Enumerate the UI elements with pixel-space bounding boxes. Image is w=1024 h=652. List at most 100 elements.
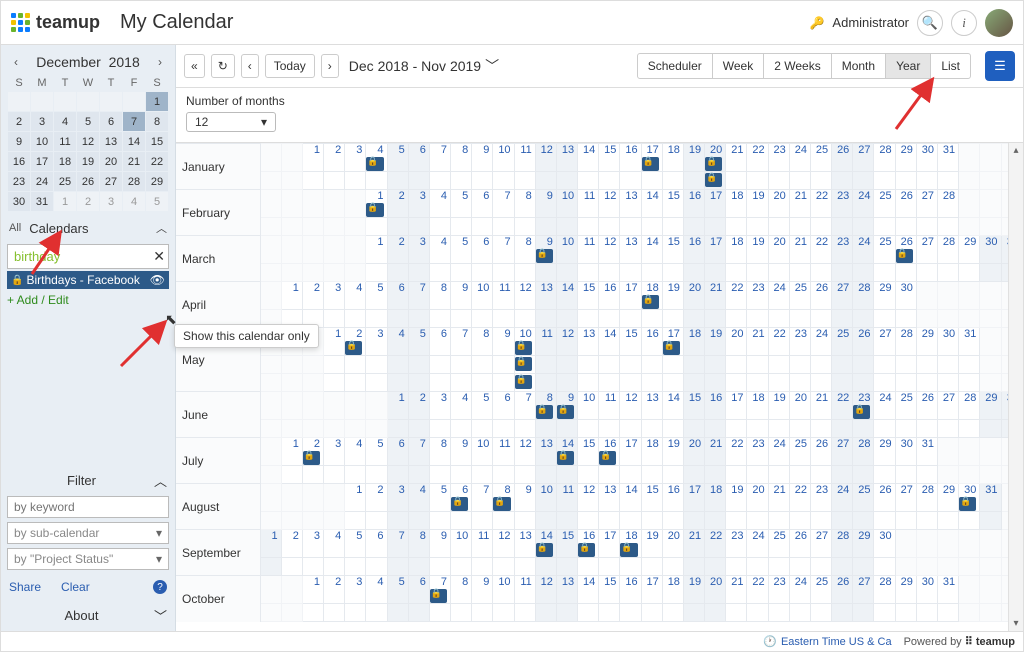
- day-cell-extra[interactable]: [662, 420, 683, 438]
- day-cell-extra[interactable]: [302, 558, 323, 576]
- day-cell-extra[interactable]: [789, 310, 810, 328]
- day-cell[interactable]: 29: [980, 392, 1001, 420]
- day-cell[interactable]: 26: [789, 530, 810, 558]
- day-cell-extra[interactable]: [705, 466, 726, 484]
- day-cell-extra[interactable]: [789, 374, 810, 392]
- day-cell-extra[interactable]: [895, 374, 916, 392]
- mini-day[interactable]: 16: [8, 152, 31, 172]
- day-cell[interactable]: 29: [895, 144, 916, 172]
- day-cell[interactable]: 29: [916, 328, 937, 356]
- day-cell-extra[interactable]: [514, 356, 535, 374]
- event-chip[interactable]: [493, 497, 510, 511]
- day-cell[interactable]: 22: [747, 576, 768, 604]
- day-cell-extra[interactable]: [535, 310, 556, 328]
- day-cell[interactable]: [260, 236, 281, 264]
- day-cell-extra[interactable]: [451, 604, 472, 622]
- day-cell-extra[interactable]: [620, 218, 641, 236]
- day-cell-extra[interactable]: [599, 466, 620, 484]
- day-cell-extra[interactable]: [578, 310, 599, 328]
- mini-day[interactable]: 3: [100, 192, 123, 212]
- scrollbar[interactable]: ▴ ▾: [1008, 143, 1023, 631]
- event-chip[interactable]: [896, 249, 913, 263]
- day-cell-extra[interactable]: [832, 356, 853, 374]
- mini-day[interactable]: [77, 92, 100, 112]
- day-cell-extra[interactable]: [281, 604, 302, 622]
- day-cell-extra[interactable]: [683, 420, 704, 438]
- day-cell-extra[interactable]: [387, 264, 408, 282]
- day-cell-extra[interactable]: [302, 466, 323, 484]
- mini-day[interactable]: 28: [123, 172, 146, 192]
- day-cell-extra[interactable]: [916, 172, 937, 190]
- day-cell[interactable]: 25: [789, 438, 810, 466]
- clear-link[interactable]: Clear: [61, 580, 90, 594]
- mini-day[interactable]: 22: [146, 152, 169, 172]
- day-cell[interactable]: [345, 392, 366, 420]
- day-cell-extra[interactable]: [408, 172, 429, 190]
- day-cell[interactable]: 10: [535, 484, 556, 512]
- day-cell[interactable]: 9: [472, 144, 493, 172]
- day-cell[interactable]: 22: [726, 438, 747, 466]
- day-cell[interactable]: 8: [493, 484, 514, 512]
- day-cell-extra[interactable]: [429, 466, 450, 484]
- day-cell[interactable]: 9: [535, 190, 556, 218]
- day-cell-extra[interactable]: [281, 172, 302, 190]
- day-cell-extra[interactable]: [451, 512, 472, 530]
- day-cell[interactable]: 7: [514, 392, 535, 420]
- day-cell[interactable]: 27: [895, 484, 916, 512]
- day-cell[interactable]: 1: [366, 190, 387, 218]
- day-cell-extra[interactable]: [938, 512, 959, 530]
- day-cell-extra[interactable]: [959, 310, 980, 328]
- day-cell-extra[interactable]: [451, 356, 472, 374]
- day-cell-extra[interactable]: [281, 466, 302, 484]
- day-cell-extra[interactable]: [493, 604, 514, 622]
- day-cell[interactable]: 14: [578, 144, 599, 172]
- day-cell-extra[interactable]: [853, 218, 874, 236]
- day-cell[interactable]: 5: [451, 236, 472, 264]
- day-cell-extra[interactable]: [493, 172, 514, 190]
- day-cell-extra[interactable]: [810, 264, 831, 282]
- day-cell[interactable]: 16: [662, 484, 683, 512]
- day-cell-extra[interactable]: [260, 374, 281, 392]
- day-cell[interactable]: 9: [429, 530, 450, 558]
- day-cell-extra[interactable]: [959, 264, 980, 282]
- day-cell-extra[interactable]: [980, 310, 1001, 328]
- day-cell-extra[interactable]: [366, 420, 387, 438]
- day-cell-extra[interactable]: [599, 420, 620, 438]
- day-cell-extra[interactable]: [980, 218, 1001, 236]
- day-cell-extra[interactable]: [747, 218, 768, 236]
- year-grid[interactable]: January123456789101112131415161718192021…: [176, 143, 1023, 622]
- day-cell-extra[interactable]: [874, 512, 895, 530]
- day-cell-extra[interactable]: [853, 558, 874, 576]
- day-cell[interactable]: 16: [599, 438, 620, 466]
- day-cell-extra[interactable]: [747, 172, 768, 190]
- day-cell-extra[interactable]: [832, 604, 853, 622]
- day-cell-extra[interactable]: [408, 310, 429, 328]
- day-cell-extra[interactable]: [810, 356, 831, 374]
- day-cell-extra[interactable]: [662, 558, 683, 576]
- day-cell-extra[interactable]: [324, 558, 345, 576]
- day-cell-extra[interactable]: [535, 604, 556, 622]
- day-cell-extra[interactable]: [281, 512, 302, 530]
- day-cell-extra[interactable]: [980, 172, 1001, 190]
- mini-day[interactable]: 24: [31, 172, 54, 192]
- mini-day[interactable]: 1: [146, 92, 169, 112]
- day-cell[interactable]: 23: [747, 438, 768, 466]
- day-cell-extra[interactable]: [874, 218, 895, 236]
- day-cell[interactable]: 6: [472, 190, 493, 218]
- refresh-button[interactable]: ↻: [211, 54, 235, 78]
- day-cell[interactable]: 20: [768, 236, 789, 264]
- timezone[interactable]: Eastern Time US & Ca: [781, 636, 892, 648]
- day-cell-extra[interactable]: [429, 374, 450, 392]
- day-cell-extra[interactable]: [895, 172, 916, 190]
- day-cell-extra[interactable]: [366, 310, 387, 328]
- scroll-down-icon[interactable]: ▾: [1009, 616, 1023, 631]
- day-cell[interactable]: 26: [916, 392, 937, 420]
- day-cell-extra[interactable]: [810, 466, 831, 484]
- event-chip[interactable]: [345, 341, 362, 355]
- day-cell-extra[interactable]: [938, 420, 959, 438]
- day-cell[interactable]: [980, 576, 1001, 604]
- day-cell[interactable]: 3: [387, 484, 408, 512]
- day-cell[interactable]: 27: [916, 236, 937, 264]
- mini-day[interactable]: 23: [8, 172, 31, 192]
- mini-day[interactable]: 10: [31, 132, 54, 152]
